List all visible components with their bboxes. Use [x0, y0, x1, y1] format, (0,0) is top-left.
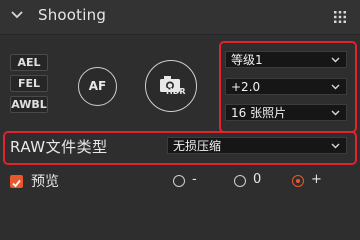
level-select-value: 等级1 — [231, 53, 263, 67]
preview-checkbox[interactable] — [10, 175, 23, 188]
check-icon — [12, 179, 21, 188]
photo-count-select-value: 16 张照片 — [231, 106, 287, 120]
level-select[interactable]: 等级1 — [225, 51, 347, 68]
raw-type-select-value: 无损压缩 — [173, 139, 222, 153]
ev-radio-minus-label: - — [192, 172, 197, 187]
awbl-button[interactable]: AWBL — [10, 96, 48, 113]
ev-radio-zero-label: 0 — [253, 172, 262, 187]
photo-count-select[interactable]: 16 张照片 — [225, 104, 347, 121]
ael-button[interactable]: AEL — [10, 54, 48, 71]
ev-radio-plus[interactable] — [292, 175, 304, 187]
hdr-button[interactable]: HDR — [145, 60, 197, 112]
chevron-down-icon — [331, 110, 340, 116]
chevron-down-icon — [331, 143, 340, 149]
chevron-down-icon — [331, 57, 340, 63]
panel-title: Shooting — [38, 6, 107, 24]
grid-menu-icon[interactable] — [333, 10, 347, 24]
panel-header: Shooting — [0, 0, 360, 35]
ev-select-value: +2.0 — [231, 80, 261, 94]
af-button[interactable]: AF — [78, 67, 117, 106]
raw-type-select[interactable]: 无损压缩 — [167, 137, 347, 154]
camera-hdr-icon — [160, 76, 180, 92]
chevron-down-icon[interactable] — [10, 10, 24, 20]
chevron-down-icon — [331, 84, 340, 90]
raw-type-label: RAW文件类型 — [10, 138, 108, 156]
ev-radio-zero[interactable] — [234, 175, 246, 187]
preview-label: 预览 — [31, 174, 59, 190]
ev-select[interactable]: +2.0 — [225, 78, 347, 95]
fel-button[interactable]: FEL — [10, 75, 48, 92]
ev-radio-plus-label: + — [311, 172, 322, 187]
hdr-label: HDR — [166, 87, 186, 96]
ev-radio-minus[interactable] — [173, 175, 185, 187]
